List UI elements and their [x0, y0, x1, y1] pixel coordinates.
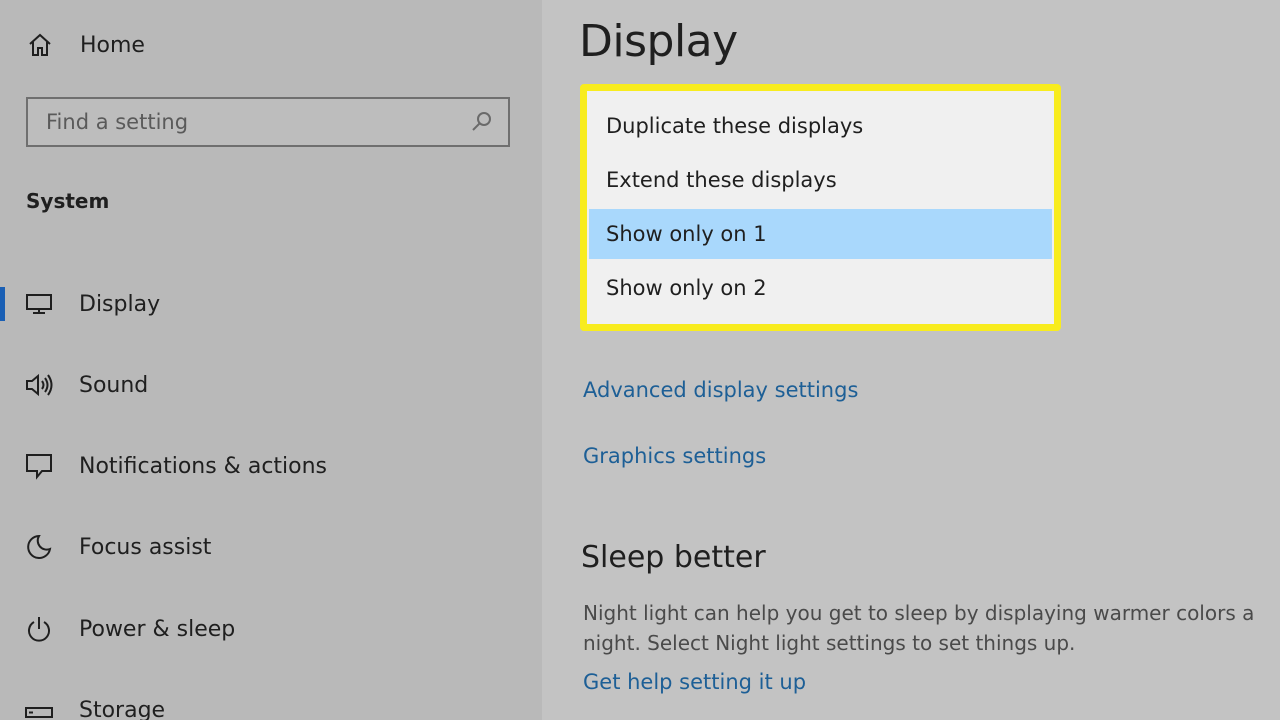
notification-icon [24, 451, 54, 481]
main-content: Display Duplicate these displays Extend … [542, 0, 1280, 720]
home-icon [26, 31, 54, 59]
sidebar-item-label: Sound [79, 372, 149, 398]
home-label: Home [80, 32, 145, 58]
sleep-description-line-2: night. Select Night light settings to se… [583, 631, 1076, 655]
sleep-description-line-1: Night light can help you get to sleep by… [583, 601, 1255, 625]
sidebar-item-notifications[interactable]: Notifications & actions [0, 441, 542, 491]
sidebar-item-storage[interactable]: Storage [0, 685, 542, 720]
sleep-description: Night light can help you get to sleep by… [583, 598, 1280, 658]
sidebar-item-label: Storage [79, 697, 166, 720]
sidebar-item-sound[interactable]: Sound [0, 360, 542, 410]
display-mode-dropdown: Duplicate these displays Extend these di… [580, 84, 1061, 331]
settings-window: Home System Display [0, 0, 1280, 720]
sidebar-item-label: Focus assist [79, 534, 212, 560]
sidebar-item-power-sleep[interactable]: Power & sleep [0, 604, 542, 654]
graphics-settings-link[interactable]: Graphics settings [583, 444, 766, 468]
speaker-icon [24, 370, 54, 400]
section-title: System [26, 189, 110, 213]
get-help-link[interactable]: Get help setting it up [583, 670, 806, 694]
sidebar-item-label: Notifications & actions [79, 453, 328, 479]
advanced-display-settings-link[interactable]: Advanced display settings [583, 378, 858, 402]
option-duplicate[interactable]: Duplicate these displays [589, 101, 1052, 151]
sidebar-item-display[interactable]: Display [0, 279, 542, 329]
page-title: Display [579, 16, 738, 67]
search-input[interactable] [28, 99, 470, 145]
option-show-only-2[interactable]: Show only on 2 [589, 263, 1052, 313]
search-box [26, 97, 510, 147]
sidebar-item-label: Power & sleep [79, 616, 236, 642]
sidebar-item-label: Display [79, 291, 161, 317]
moon-icon [24, 532, 54, 562]
sidebar-item-focus-assist[interactable]: Focus assist [0, 522, 542, 572]
home-nav-item[interactable]: Home [26, 28, 145, 62]
search-icon[interactable] [470, 110, 494, 134]
sidebar: Home System Display [0, 0, 542, 720]
sleep-better-heading: Sleep better [581, 540, 766, 575]
active-indicator [0, 287, 5, 321]
dropdown-list: Duplicate these displays Extend these di… [589, 101, 1052, 317]
storage-icon [24, 695, 54, 720]
monitor-icon [24, 289, 54, 319]
option-extend[interactable]: Extend these displays [589, 155, 1052, 205]
option-show-only-1[interactable]: Show only on 1 [589, 209, 1052, 259]
power-icon [24, 614, 54, 644]
